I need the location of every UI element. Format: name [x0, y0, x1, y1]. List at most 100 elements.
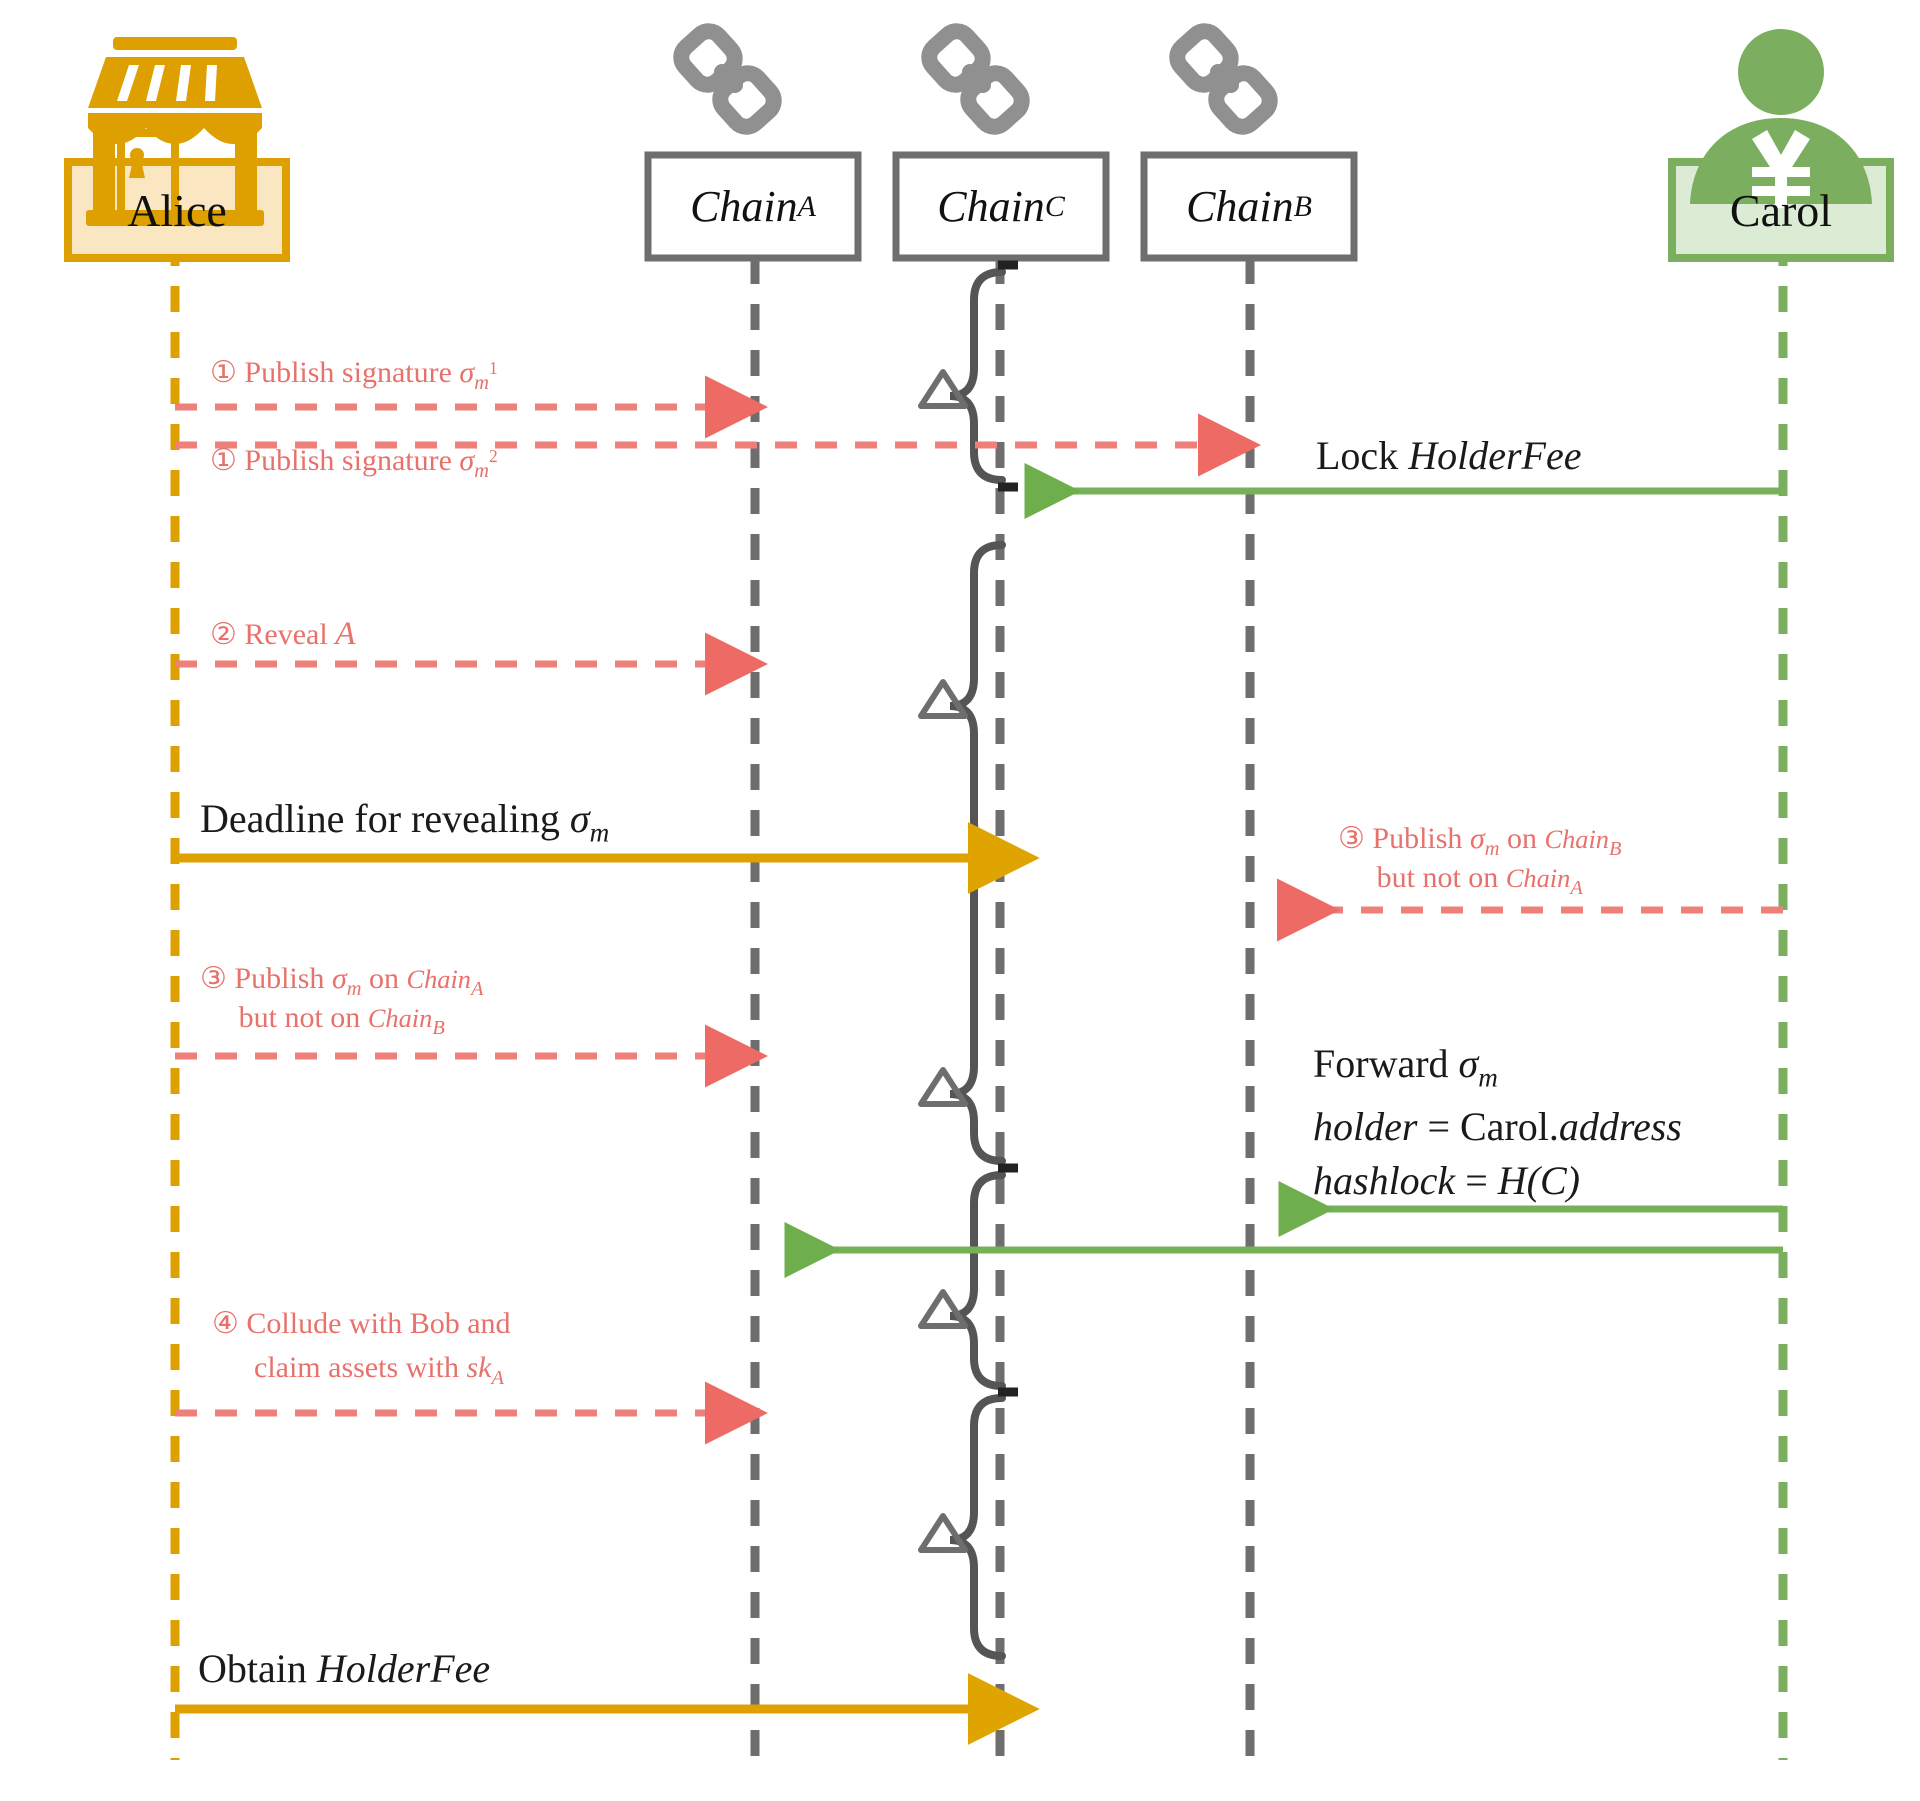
delta-4 — [918, 1289, 968, 1329]
equals-sign: = — [1417, 1104, 1460, 1150]
holderfee-term: HolderFee — [1408, 433, 1582, 478]
delta-1 — [918, 369, 968, 409]
message-line-1: ③ Publish σm on ChainB — [1338, 822, 1621, 861]
message-label-m11: Obtain HolderFee — [198, 1645, 490, 1692]
sigma-superscript: 2 — [488, 446, 498, 467]
delta-5 — [918, 1513, 968, 1553]
chain-term: Chain — [406, 964, 471, 994]
chain-subscript: B — [1609, 838, 1622, 861]
holder-value-address: address — [1558, 1104, 1682, 1150]
message-text: Publish signature — [244, 356, 460, 389]
sigma-symbol: σ — [331, 962, 347, 995]
hashlock-key: hashlock — [1313, 1157, 1456, 1203]
message-text: Obtain — [198, 1646, 317, 1691]
forward-line: Forward σm — [1313, 1038, 1682, 1095]
diagram-canvas: Alice Chain A Chain C Chain B Carol ① Publi… — [0, 0, 1920, 1801]
message-text: Publish — [234, 962, 332, 995]
sequence-diagram-svg — [64, 23, 1894, 1760]
message-line-2: but not on ChainA — [1338, 861, 1621, 900]
message-text: Publish signature — [244, 444, 460, 477]
message-label-m4: ② Reveal A — [210, 615, 355, 654]
message-text: Publish — [1372, 822, 1470, 855]
message-label-m1: ① Publish signature σm1 — [210, 355, 498, 395]
brace-5 — [949, 1394, 1006, 1660]
step-marker: ③ — [1338, 822, 1365, 855]
brace-2 — [949, 541, 1006, 854]
sigma-subscript: m — [1484, 838, 1500, 861]
secret-key-subscript: A — [491, 1366, 504, 1389]
chain-c-sub: C — [1044, 189, 1065, 223]
brace-1 — [949, 268, 1006, 484]
step-marker: ① — [210, 356, 237, 389]
brace-4 — [949, 1171, 1006, 1390]
actor-label-alice: Alice — [68, 162, 286, 258]
message-label-m3: Lock HolderFee — [1316, 432, 1581, 479]
message-text-2: claim assets with — [254, 1350, 467, 1384]
chain-a-name: Chain — [690, 182, 798, 231]
message-text: Forward — [1313, 1041, 1459, 1086]
sigma-symbol: σ — [1469, 822, 1485, 855]
delta-2 — [918, 679, 968, 719]
message-text: Reveal — [244, 618, 336, 651]
message-text-2: but not on — [238, 1000, 368, 1034]
message-text-tail: on — [361, 962, 407, 995]
message-label-m8: Forward σm holder = Carol.address hashlo… — [1313, 1038, 1682, 1206]
chain-link-icon-c — [921, 23, 1030, 135]
chain-subscript: B — [432, 1017, 445, 1040]
chain-a-sub: A — [797, 189, 816, 223]
message-line-2: but not on ChainB — [200, 1001, 483, 1040]
actor-label-chain-c: Chain C — [896, 155, 1106, 258]
sigma-subscript: m — [474, 372, 489, 395]
delta-braces — [949, 268, 1006, 1660]
brace-3 — [949, 858, 1006, 1165]
sigma-superscript: 1 — [488, 358, 498, 379]
sigma-symbol: σ — [459, 356, 475, 389]
message-text-tail: on — [1499, 822, 1545, 855]
holder-value: Carol. — [1460, 1104, 1559, 1150]
step-marker: ② — [210, 618, 237, 651]
message-label-m2: ① Publish signature σm2 — [210, 443, 498, 483]
message-label-m7: ③ Publish σm on ChainA but not on ChainB — [200, 962, 483, 1040]
chain-b-sub: B — [1293, 189, 1312, 223]
sigma-subscript: m — [1478, 1062, 1498, 1093]
sigma-symbol: σ — [569, 796, 590, 841]
chain-link-icon-b — [1169, 23, 1278, 135]
chain-b-name: Chain — [1186, 182, 1294, 231]
secret-a-term: A — [335, 616, 356, 652]
message-label-m6: ③ Publish σm on ChainB but not on ChainA — [1338, 822, 1621, 900]
holder-line: holder = Carol.address — [1313, 1101, 1682, 1152]
message-label-m5: Deadline for revealing σm — [200, 795, 609, 849]
chain-subscript: A — [471, 978, 484, 1001]
step-marker: ③ — [200, 962, 227, 995]
delta-3 — [918, 1067, 968, 1107]
sigma-subscript: m — [589, 817, 610, 848]
sigma-subscript: m — [346, 978, 362, 1001]
message-line-1: ③ Publish σm on ChainA — [200, 962, 483, 1001]
holderfee-term: HolderFee — [316, 1646, 491, 1691]
secret-key-term: sk — [466, 1350, 492, 1384]
actor-label-carol: Carol — [1672, 162, 1890, 258]
sigma-symbol: σ — [1458, 1041, 1479, 1086]
message-line-1: ④ Collude with Bob and — [212, 1302, 511, 1346]
hashlock-line: hashlock = H(C) — [1313, 1155, 1682, 1206]
message-text-2: but not on — [1376, 860, 1506, 894]
actor-label-chain-a: Chain A — [648, 155, 858, 258]
carol-name: Carol — [1729, 184, 1833, 236]
step-marker: ① — [210, 444, 237, 477]
chain-link-icon-a — [673, 23, 782, 135]
alice-name: Alice — [127, 184, 227, 236]
sigma-subscript: m — [474, 460, 489, 483]
chain-subscript: A — [1570, 877, 1583, 900]
holder-key: holder — [1313, 1104, 1418, 1150]
delta-triangles — [918, 369, 968, 1553]
chain-c-name: Chain — [937, 182, 1045, 231]
message-text: Lock — [1316, 433, 1409, 478]
chain-term: Chain — [367, 1002, 433, 1033]
message-label-m10: ④ Collude with Bob and claim assets with… — [212, 1302, 511, 1393]
message-text: Deadline for revealing — [200, 796, 570, 841]
hashlock-value: H(C) — [1497, 1157, 1580, 1203]
sigma-symbol: σ — [459, 444, 475, 477]
chain-term: Chain — [1505, 862, 1571, 893]
actor-label-chain-b: Chain B — [1144, 155, 1354, 258]
step-marker: ④ — [212, 1307, 239, 1340]
